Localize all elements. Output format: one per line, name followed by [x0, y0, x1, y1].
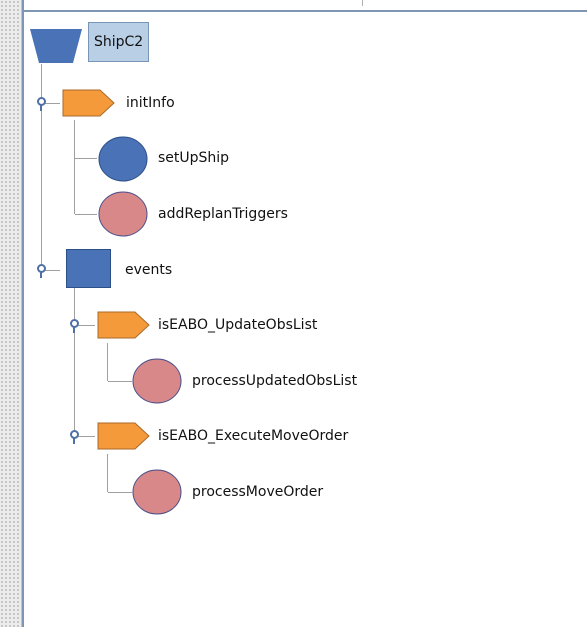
- tree-connector: [75, 214, 97, 215]
- node-label-processmoveorder[interactable]: processMoveOrder: [192, 483, 323, 501]
- node-label-addreplantriggers[interactable]: addReplanTriggers: [158, 205, 288, 223]
- tree-connector: [75, 158, 97, 159]
- tree-connector: [107, 343, 108, 381]
- pentagon-tag-icon[interactable]: [97, 311, 151, 339]
- dotted-gutter: [0, 0, 22, 627]
- trapezoid-icon[interactable]: [30, 29, 82, 63]
- pink-circle-icon[interactable]: [132, 469, 184, 515]
- tree-connector: [108, 381, 132, 382]
- node-label-initinfo[interactable]: initInfo: [126, 94, 175, 112]
- tree-connector: [74, 288, 75, 436]
- node-label-updateobslist[interactable]: isEABO_UpdateObsList: [158, 316, 317, 334]
- node-handle-icon[interactable]: [69, 319, 79, 333]
- blue-circle-icon[interactable]: [98, 136, 150, 182]
- tree-connector: [41, 64, 42, 270]
- tree-connector: [107, 454, 108, 492]
- tree-connector: [74, 120, 75, 214]
- node-label-setupship[interactable]: setUpShip: [158, 149, 229, 167]
- pentagon-tag-icon[interactable]: [97, 422, 151, 450]
- tree-connector: [108, 492, 132, 493]
- pentagon-tag-icon[interactable]: [62, 89, 116, 117]
- node-label-executemoveorder[interactable]: isEABO_ExecuteMoveOrder: [158, 427, 348, 445]
- pink-circle-icon[interactable]: [132, 358, 184, 404]
- node-label-events[interactable]: events: [125, 261, 172, 279]
- pink-circle-icon[interactable]: [98, 191, 150, 237]
- blue-square-icon[interactable]: [66, 249, 112, 289]
- header-separator: [362, 0, 363, 6]
- node-handle-icon[interactable]: [69, 430, 79, 444]
- node-label-processupdatedobslist[interactable]: processUpdatedObsList: [192, 372, 357, 390]
- root-label[interactable]: ShipC2: [88, 22, 150, 62]
- node-handle-icon[interactable]: [36, 97, 46, 111]
- node-handle-icon[interactable]: [36, 264, 46, 278]
